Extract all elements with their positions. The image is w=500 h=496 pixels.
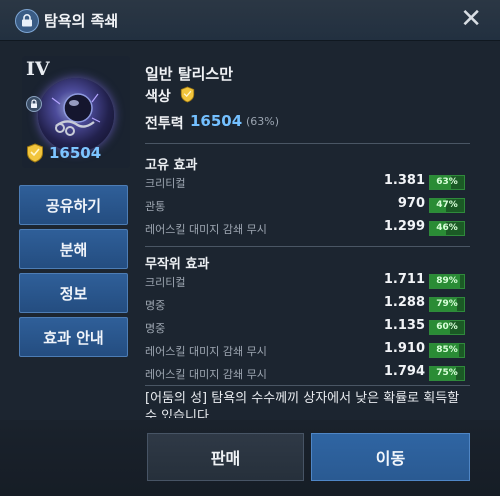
stat-value: 1.299 (383, 219, 425, 234)
stat-value: 1.135 (383, 318, 425, 333)
shield-icon (180, 86, 195, 107)
portrait-power-value: 16504 (49, 144, 102, 162)
lock-icon (26, 96, 42, 112)
stat-name: 레어스킬 대미지 감쇄 무시 (145, 345, 267, 358)
stat-name: 크리티컬 (145, 177, 186, 190)
stat-row: 레어스킬 대미지 감쇄 무시 1.910 85% (145, 341, 467, 361)
stat-row: 레어스킬 대미지 감쇄 무시 1.794 75% (145, 364, 467, 384)
unique-effects-title: 고유 효과 (145, 158, 198, 173)
stat-percent-badge: 60% (429, 320, 465, 335)
stat-value: 1.381 (383, 173, 425, 188)
stat-percent-text: 75% (436, 368, 458, 378)
share-button[interactable]: 공유하기 (19, 185, 128, 225)
stat-row: 레어스킬 대미지 감쇄 무시 1.299 46% (145, 219, 467, 239)
effect-guide-button[interactable]: 효과 안내 (19, 317, 128, 357)
combat-power-percent: (63%) (246, 115, 280, 128)
stat-value: 970 (397, 196, 425, 211)
combat-power-label: 전투력 (145, 116, 184, 132)
stat-value: 1.794 (383, 364, 425, 379)
stat-percent-text: 79% (436, 299, 458, 309)
move-button[interactable]: 이동 (311, 433, 470, 481)
stat-name: 크리티컬 (145, 276, 186, 289)
stat-name: 명중 (145, 299, 166, 312)
random-effects-title: 무작위 효과 (145, 257, 210, 272)
stat-value: 1.910 (383, 341, 425, 356)
divider (145, 385, 470, 386)
stat-percent-badge: 79% (429, 297, 465, 312)
close-icon[interactable]: ✕ (460, 6, 482, 32)
item-description: [어둠의 성] 탐욕의 수수께끼 상자에서 낮은 확률로 획득할 수 있습니다. (145, 391, 460, 418)
stat-value: 1.288 (383, 295, 425, 310)
stat-percent-badge: 85% (429, 343, 465, 358)
stat-row: 크리티컬 1.711 89% (145, 272, 467, 292)
stat-row: 명중 1.135 60% (145, 318, 467, 338)
window-title: 탐욕의 족쇄 (44, 12, 119, 30)
stat-percent-text: 63% (436, 177, 458, 187)
stat-name: 레어스킬 대미지 감쇄 무시 (145, 223, 267, 236)
stat-percent-badge: 75% (429, 366, 465, 381)
stat-percent-badge: 46% (429, 221, 465, 236)
stat-row: 크리티컬 1.381 63% (145, 173, 467, 193)
title-bar: 탐욕의 족쇄 ✕ (0, 0, 500, 41)
stat-percent-badge: 89% (429, 274, 465, 289)
stat-percent-text: 46% (436, 223, 458, 233)
divider (145, 246, 470, 247)
stat-value: 1.711 (383, 272, 425, 287)
tier-label: IV (26, 58, 50, 80)
sell-button[interactable]: 판매 (147, 433, 304, 481)
stat-name: 관통 (145, 200, 166, 213)
divider (145, 143, 470, 144)
color-label: 색상 (145, 89, 171, 105)
stat-name: 명중 (145, 322, 166, 335)
stat-name: 레어스킬 대미지 감쇄 무시 (145, 368, 267, 381)
item-portrait: IV 16504 (22, 56, 130, 168)
lock-icon (15, 9, 39, 33)
stat-percent-badge: 63% (429, 175, 465, 190)
stat-percent-text: 47% (436, 200, 458, 210)
shield-icon (26, 143, 44, 167)
item-name: 일반 탈리스만 (145, 65, 234, 83)
stat-percent-badge: 47% (429, 198, 465, 213)
stat-row: 관통 970 47% (145, 196, 467, 216)
stat-row: 명중 1.288 79% (145, 295, 467, 315)
stat-percent-text: 60% (436, 322, 458, 332)
info-button[interactable]: 정보 (19, 273, 128, 313)
stat-percent-text: 85% (436, 345, 458, 355)
dismantle-button[interactable]: 분해 (19, 229, 128, 269)
talisman-orb-icon (38, 78, 114, 152)
combat-power-value: 16504 (190, 112, 243, 130)
stat-percent-text: 89% (436, 276, 458, 286)
